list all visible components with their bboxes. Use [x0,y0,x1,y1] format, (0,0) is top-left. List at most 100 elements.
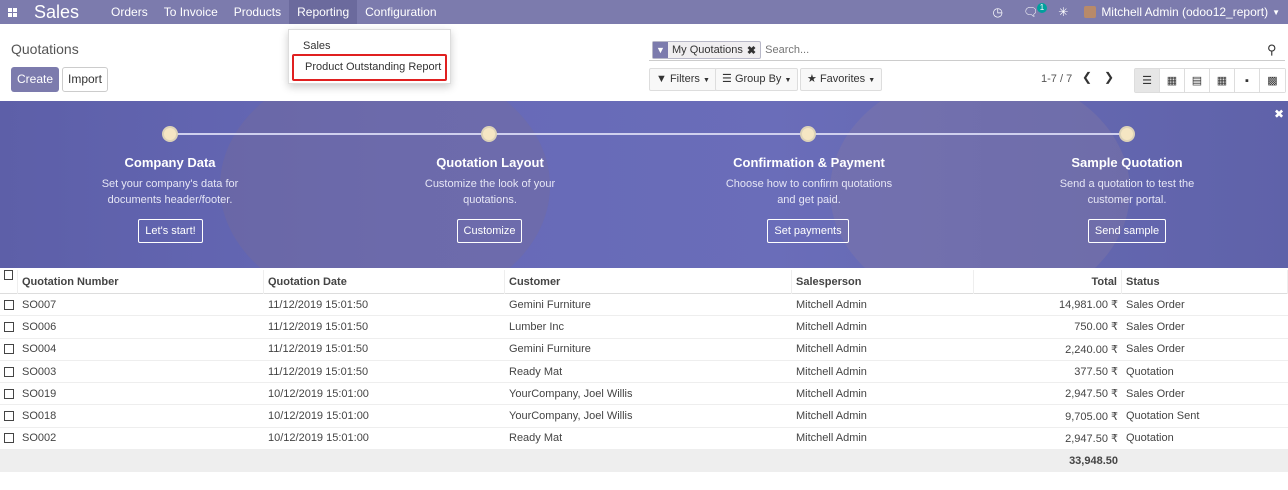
list-view-icon[interactable]: ☰ [1135,69,1160,92]
user-name: Mitchell Admin (odoo12_report) [1101,5,1269,19]
step-sample-quotation: Sample Quotation Send a quotation to tes… [1012,155,1242,208]
cell-date: 11/12/2019 15:01:50 [268,298,369,311]
pager-previous-icon[interactable]: ❮ [1082,70,1092,84]
cell-salesperson: Mitchell Admin [796,410,867,423]
kanban-view-icon[interactable]: ▦ [1160,69,1185,92]
menu-reporting[interactable]: Reporting [289,0,358,24]
facet-remove-icon[interactable]: ✖ [747,44,760,57]
cell-status: Sales Order [1126,387,1185,400]
activity-view-icon[interactable]: ▩ [1260,69,1285,92]
column-header-salesperson[interactable]: Salesperson [792,269,974,294]
clock-icon[interactable]: ◷ [983,5,1013,19]
table-row[interactable]: SO018 10/12/2019 15:01:00 YourCompany, J… [0,405,1288,428]
graph-view-icon[interactable]: ▪ [1235,69,1260,92]
favorites-button[interactable]: ★ Favorites ▼ [800,68,883,91]
row-select-cell [0,344,18,355]
search-input[interactable] [765,44,1267,56]
page-title: Quotations [11,41,79,57]
app-name: Sales [34,2,80,22]
lets-start-button[interactable]: Let's start! [138,219,203,243]
create-button[interactable]: Create [11,67,59,92]
cell-status: Sales Order [1126,298,1185,311]
row-checkbox[interactable] [4,433,14,444]
column-header-number[interactable]: Quotation Number [18,269,264,294]
table-footer: 33,948.50 [0,450,1288,473]
row-checkbox[interactable] [4,299,14,310]
row-checkbox[interactable] [4,321,14,332]
cell-total: 2,240.00 ₹ [1065,343,1118,356]
chat-icon[interactable]: 🗨 1 [1013,3,1048,19]
step-title: Company Data [124,155,216,170]
filter-icon: ▼ [653,42,668,58]
column-header-total[interactable]: Total [974,269,1122,294]
table-row[interactable]: SO019 10/12/2019 15:01:00 YourCompany, J… [0,383,1288,406]
menu-configuration[interactable]: Configuration [357,0,444,24]
step-quotation-layout: Quotation Layout Customize the look of y… [375,155,605,208]
filters-button[interactable]: ▼ Filters ▼ [649,68,717,91]
cell-customer: YourCompany, Joel Willis [509,387,633,400]
cell-status: Sales Order [1126,343,1185,356]
step-dot [1119,126,1135,142]
cell-total: 14,981.00 ₹ [1059,299,1118,312]
table-row[interactable]: SO006 11/12/2019 15:01:50 Lumber Inc Mit… [0,316,1288,339]
cell-salesperson: Mitchell Admin [796,298,867,311]
import-button[interactable]: Import [62,67,108,92]
dropdown-item-sales[interactable]: Sales [303,40,331,52]
apps-menu-icon[interactable] [0,0,24,24]
menu-to-invoice[interactable]: To Invoice [156,0,226,24]
cell-total: 2,947.50 ₹ [1065,388,1118,401]
star-icon: ★ [807,73,817,85]
search-icon[interactable]: ⚲ [1267,42,1283,58]
row-select-cell [0,388,18,399]
cell-number: SO003 [22,365,57,378]
send-sample-button[interactable]: Send sample [1088,219,1166,243]
step-description: Choose how to confirm quotations and get… [725,178,893,206]
set-payments-button[interactable]: Set payments [767,219,849,243]
close-icon[interactable]: ✖ [1274,107,1284,121]
customize-button[interactable]: Customize [457,219,522,243]
cell-customer: Lumber Inc [509,320,565,333]
select-all-cell [0,269,18,294]
step-description: Send a quotation to test the customer po… [1059,178,1195,206]
cell-status: Quotation [1126,432,1174,445]
cell-status: Quotation Sent [1126,410,1200,423]
table-row[interactable]: SO004 11/12/2019 15:01:50 Gemini Furnitu… [0,339,1288,361]
cell-customer: Ready Mat [509,432,563,445]
table-row[interactable]: SO003 11/12/2019 15:01:50 Ready Mat Mitc… [0,361,1288,384]
group-by-label: Group By [734,73,782,85]
caret-down-icon: ▼ [868,77,876,84]
table-row[interactable]: SO002 10/12/2019 15:01:00 Ready Mat Mitc… [0,428,1288,451]
cell-customer: Gemini Furniture [509,343,591,356]
reporting-dropdown: Sales Product Outstanding Report [288,29,451,84]
bug-icon[interactable]: ✳ [1048,5,1078,19]
row-checkbox[interactable] [4,388,14,399]
step-confirmation-payment: Confirmation & Payment Choose how to con… [694,155,924,208]
cell-total: 377.50 ₹ [1074,366,1118,379]
column-header-date[interactable]: Quotation Date [264,269,505,294]
facet-value: My Quotations [672,44,743,56]
row-checkbox[interactable] [4,366,14,377]
calendar-view-icon[interactable]: ▤ [1185,69,1210,92]
select-all-checkbox[interactable] [4,269,13,280]
pager-next-icon[interactable]: ❯ [1104,70,1114,84]
pivot-view-icon[interactable]: ▦ [1210,69,1235,92]
column-header-status[interactable]: Status [1122,269,1288,294]
menu-products[interactable]: Products [226,0,289,24]
cell-date: 11/12/2019 15:01:50 [268,343,369,356]
group-by-button[interactable]: ☰ Group By ▼ [715,68,799,91]
row-checkbox[interactable] [4,344,14,355]
user-menu[interactable]: Mitchell Admin (odoo12_report) ▼ [1078,5,1288,19]
table-row[interactable]: SO007 11/12/2019 15:01:50 Gemini Furnitu… [0,294,1288,317]
dropdown-item-product-outstanding-report[interactable]: Product Outstanding Report [292,54,447,81]
column-header-customer[interactable]: Customer [505,269,792,294]
row-checkbox[interactable] [4,411,14,422]
cell-number: SO019 [22,387,57,400]
cell-customer: YourCompany, Joel Willis [509,410,633,423]
row-select-cell [0,366,18,377]
cell-total: 9,705.00 ₹ [1065,410,1118,423]
view-switcher: ☰ ▦ ▤ ▦ ▪ ▩ [1134,68,1286,93]
cell-number: SO007 [22,298,57,311]
cell-salesperson: Mitchell Admin [796,343,867,356]
menu-orders[interactable]: Orders [103,0,156,24]
cell-number: SO006 [22,320,57,333]
